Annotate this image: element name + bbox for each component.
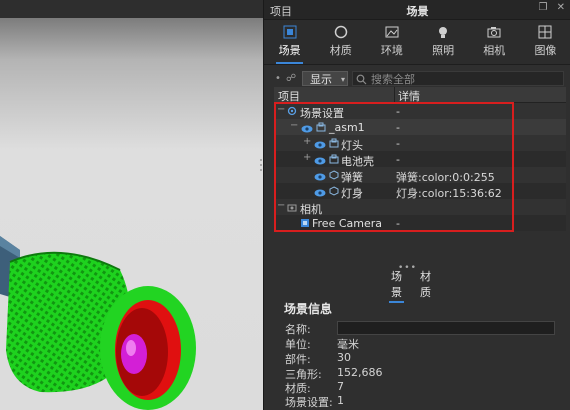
- 3d-viewport[interactable]: [0, 0, 263, 410]
- tab-lighting[interactable]: 照明: [418, 20, 469, 64]
- info-value: 7: [337, 380, 344, 393]
- info-value: 30: [337, 351, 351, 364]
- info-label: 部件:: [285, 353, 311, 366]
- filter-icon[interactable]: •: [275, 73, 281, 84]
- panel-tabs: 场景 材质 环境 照明 相机 图像: [264, 20, 570, 65]
- info-row-parts: 部件: 30: [285, 351, 565, 367]
- panel-title: 场景: [406, 5, 429, 18]
- subtab-material[interactable]: 材质: [420, 268, 431, 300]
- tab-label: 材质: [329, 44, 352, 57]
- info-label: 名称:: [285, 323, 311, 336]
- info-label: 场景设置:: [285, 396, 333, 409]
- tab-label: 照明: [432, 44, 455, 57]
- show-dropdown-label: 显示: [310, 73, 332, 86]
- environment-icon: [366, 25, 417, 41]
- panel-titlebar: 项目 场景 ❐ ✕: [264, 0, 570, 20]
- tab-label: 相机: [483, 44, 506, 57]
- tab-environment[interactable]: 环境: [366, 20, 417, 64]
- info-row-scene-settings: 场景设置: 1: [285, 394, 565, 410]
- tab-label: 环境: [380, 44, 403, 57]
- search-placeholder: 搜索全部: [371, 73, 415, 86]
- link-icon[interactable]: ☍: [286, 73, 296, 84]
- flashlight-model[interactable]: [0, 0, 263, 410]
- tab-scene[interactable]: 场景: [264, 20, 315, 64]
- restore-icon[interactable]: ❐: [538, 2, 547, 13]
- camera-icon: [469, 25, 520, 41]
- tab-label: 场景: [278, 44, 301, 57]
- subtab-scene[interactable]: 场景: [389, 268, 404, 303]
- chevron-down-icon: ▾: [340, 75, 345, 84]
- material-icon: [315, 25, 366, 41]
- info-row-unit: 单位: 毫米: [285, 336, 565, 352]
- tab-image[interactable]: 图像: [520, 20, 570, 64]
- tab-material[interactable]: 材质: [315, 20, 366, 64]
- info-label: 单位:: [285, 338, 311, 351]
- tab-label: 图像: [534, 44, 557, 57]
- info-value: 152,686: [337, 366, 383, 379]
- scene-name-input[interactable]: [337, 321, 555, 335]
- lighting-icon: [418, 25, 469, 41]
- show-dropdown[interactable]: 显示 ▾: [302, 71, 348, 86]
- scene-info-title: 场景信息: [284, 302, 333, 316]
- scene-icon: [264, 25, 315, 41]
- close-icon[interactable]: ✕: [557, 2, 565, 13]
- info-value: 毫米: [337, 338, 359, 351]
- info-value: 1: [337, 394, 344, 407]
- info-row-name: 名称:: [285, 321, 565, 337]
- search-icon: [356, 74, 367, 85]
- tree-header: 项目 详情: [274, 87, 566, 103]
- tab-camera[interactable]: 相机: [469, 20, 520, 64]
- image-icon: [520, 25, 570, 41]
- highlight-box: [274, 102, 514, 232]
- search-input[interactable]: 搜索全部: [352, 71, 564, 86]
